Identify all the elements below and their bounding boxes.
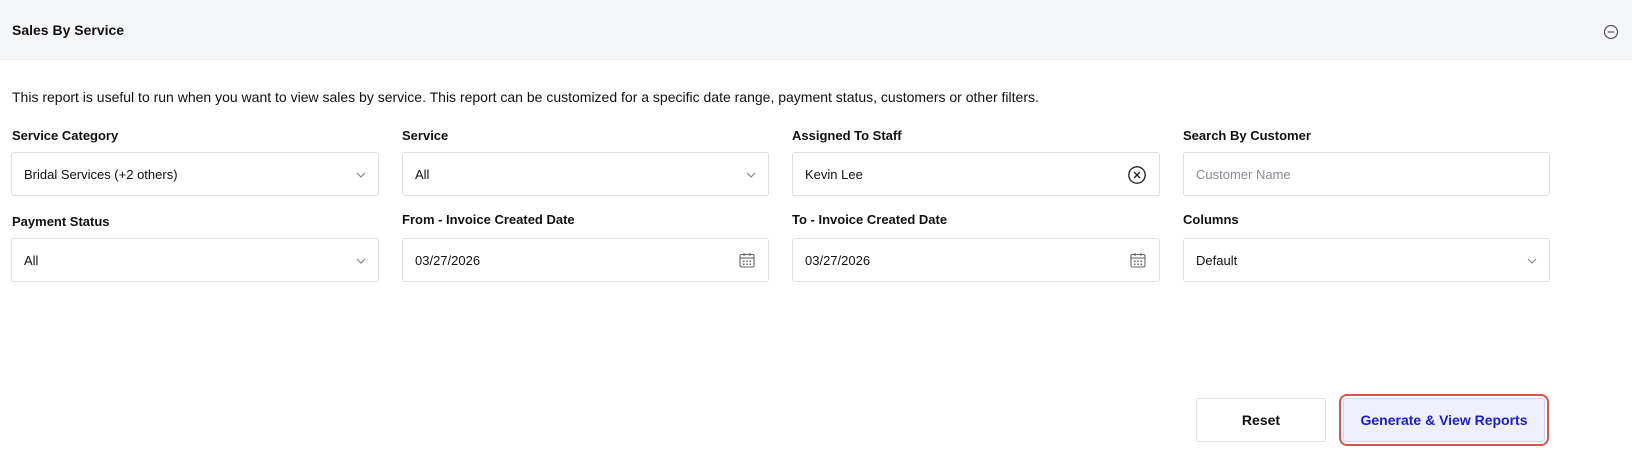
generate-reports-button[interactable]: Generate & View Reports xyxy=(1343,398,1545,442)
calendar-icon[interactable] xyxy=(738,251,756,269)
clear-icon[interactable] xyxy=(1127,165,1147,185)
panel-title: Sales By Service xyxy=(12,22,125,38)
calendar-icon[interactable] xyxy=(1129,251,1147,269)
search-customer-label: Search By Customer xyxy=(1183,128,1311,143)
chevron-down-icon xyxy=(356,172,366,178)
columns-label: Columns xyxy=(1183,212,1239,227)
service-value: All xyxy=(415,167,430,182)
service-select[interactable]: All xyxy=(402,152,769,196)
minus-circle-icon[interactable] xyxy=(1603,24,1619,40)
assigned-staff-label: Assigned To Staff xyxy=(792,128,902,143)
service-category-label: Service Category xyxy=(12,128,119,143)
columns-select[interactable]: Default xyxy=(1183,238,1550,282)
to-date-value: 03/27/2026 xyxy=(805,253,871,268)
payment-status-label: Payment Status xyxy=(12,214,110,229)
panel-header: Sales By Service xyxy=(0,0,1632,60)
service-category-value: Bridal Services (+2 others) xyxy=(24,167,178,182)
chevron-down-icon xyxy=(356,258,366,264)
payment-status-value: All xyxy=(24,253,39,268)
customer-search-placeholder: Customer Name xyxy=(1196,167,1291,182)
columns-value: Default xyxy=(1196,253,1238,268)
assigned-staff-select[interactable]: Kevin Lee xyxy=(792,152,1160,196)
reset-button[interactable]: Reset xyxy=(1196,398,1326,442)
to-date-label: To - Invoice Created Date xyxy=(792,212,948,227)
chevron-down-icon xyxy=(746,172,756,178)
service-category-select[interactable]: Bridal Services (+2 others) xyxy=(11,152,379,196)
from-date-value: 03/27/2026 xyxy=(415,253,481,268)
assigned-staff-value: Kevin Lee xyxy=(805,167,863,182)
payment-status-select[interactable]: All xyxy=(11,238,379,282)
from-date-input[interactable]: 03/27/2026 xyxy=(402,238,769,282)
service-label: Service xyxy=(402,128,449,143)
report-description: This report is useful to run when you wa… xyxy=(12,89,1039,105)
from-date-label: From - Invoice Created Date xyxy=(402,212,575,227)
to-date-input[interactable]: 03/27/2026 xyxy=(792,238,1160,282)
customer-search-input[interactable]: Customer Name xyxy=(1183,152,1550,196)
chevron-down-icon xyxy=(1527,258,1537,264)
